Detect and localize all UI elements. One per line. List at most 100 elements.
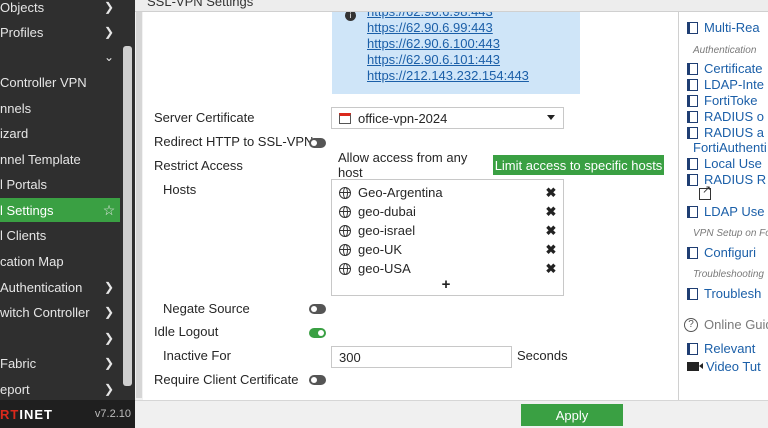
sidebar-item[interactable]: l Settings ☆ — [0, 198, 120, 222]
book-icon — [687, 21, 698, 34]
require-client-cert-toggle[interactable] — [309, 375, 326, 385]
sidebar-item[interactable]: witch Controller ❯ — [0, 300, 120, 324]
help-link-ldap-users[interactable]: LDAP Use — [687, 204, 764, 219]
book-icon — [687, 173, 698, 186]
help-link-label: Configuri — [704, 245, 757, 260]
sidebar-item-label: l Settings — [0, 202, 54, 218]
sidebar-item[interactable]: nnels — [0, 96, 120, 120]
chevron-right-icon: ❯ — [103, 382, 115, 396]
globe-icon — [339, 186, 351, 199]
server-certificate-label: Server Certificate — [154, 110, 255, 125]
globe-icon — [339, 224, 351, 237]
help-link-video[interactable]: Video Tut — [687, 359, 761, 374]
add-host-button[interactable]: + — [439, 276, 453, 293]
redirect-http-toggle[interactable] — [309, 138, 326, 148]
help-link-auth[interactable]: LDAP-Inte — [687, 77, 764, 92]
host-row: geo-israel ✖ — [339, 221, 561, 240]
help-link-troubleshoot[interactable]: Troublesh — [687, 286, 761, 301]
settings-form: i https://62.90.6.98:443https://62.90.6.… — [135, 12, 678, 400]
sidebar-item[interactable]: eport ❯ — [0, 377, 120, 401]
sidebar-item[interactable]: ❯ — [0, 326, 120, 350]
book-icon — [687, 246, 698, 259]
help-link-label: Troublesh — [704, 286, 762, 301]
remove-host-icon[interactable]: ✖ — [543, 204, 559, 220]
listen-url-box: i https://62.90.6.98:443https://62.90.6.… — [332, 12, 580, 94]
sidebar-item[interactable]: nnel Template — [0, 147, 120, 171]
chevron-right-icon: ❯ — [103, 356, 115, 370]
external-link-icon[interactable] — [699, 183, 711, 200]
host-name: geo-dubai — [358, 204, 416, 219]
sidebar-item[interactable]: l Clients — [0, 223, 120, 247]
chevron-down-icon: ⌄ — [103, 50, 115, 64]
sidebar-scrollbar-thumb[interactable] — [123, 46, 132, 386]
remove-host-icon[interactable]: ✖ — [543, 223, 559, 239]
online-guides-section[interactable]: ? Online Guid — [684, 317, 768, 332]
redirect-http-label: Redirect HTTP to SSL-VPN — [154, 134, 314, 149]
seconds-unit-label: Seconds — [517, 348, 568, 363]
help-link-label: FortiToke — [704, 93, 758, 108]
idle-logout-toggle[interactable] — [309, 328, 326, 338]
sidebar-footer: RTINET v7.2.10 — [0, 400, 135, 428]
help-link-radius-r[interactable]: RADIUS R — [687, 172, 766, 187]
chevron-right-icon: ❯ — [103, 0, 115, 14]
book-icon — [687, 205, 698, 218]
sidebar-item-label: Fabric — [0, 355, 37, 371]
sidebar-item-label: witch Controller — [0, 304, 90, 320]
hosts-label: Hosts — [163, 182, 197, 197]
book-icon — [687, 157, 698, 170]
negate-source-toggle[interactable] — [309, 304, 326, 314]
host-row: geo-USA ✖ — [339, 259, 561, 278]
help-link-auth[interactable]: Certificate — [687, 61, 763, 76]
sidebar-item[interactable]: Profiles ❯ — [0, 20, 120, 44]
idle-logout-label: Idle Logout — [154, 324, 219, 339]
form-scrollbar[interactable] — [135, 12, 143, 400]
sidebar-item[interactable]: Controller VPN — [0, 70, 120, 94]
help-link-fortiauth[interactable]: FortiAuthenti — [693, 140, 767, 155]
book-icon — [687, 126, 698, 139]
help-link-multi-realm[interactable]: Multi-Rea — [687, 20, 760, 35]
listen-url-link[interactable]: https://212.143.232.154:443 — [367, 68, 529, 83]
sidebar-item[interactable]: Fabric ❯ — [0, 351, 120, 375]
listen-url-link[interactable]: https://62.90.6.100:443 — [367, 36, 500, 51]
help-link-local-users[interactable]: Local Use — [687, 156, 762, 171]
sidebar-item[interactable]: cation Map — [0, 249, 120, 273]
help-link-auth[interactable]: RADIUS a — [687, 125, 764, 140]
help-link-auth[interactable]: RADIUS o — [687, 109, 764, 124]
help-link-auth[interactable]: FortiToke — [687, 93, 757, 108]
help-link-configuring[interactable]: Configuri — [687, 245, 756, 260]
brand-red-text: RT — [0, 406, 20, 422]
sidebar-item[interactable]: Objects ❯ — [0, 0, 120, 19]
sidebar-item[interactable]: l Portals — [0, 172, 120, 196]
globe-icon — [339, 205, 351, 218]
help-link-label: Relevant — [704, 341, 756, 356]
listen-url-link[interactable]: https://62.90.6.99:443 — [367, 20, 493, 35]
limit-specific-hosts-option[interactable]: Limit access to specific hosts — [493, 155, 664, 175]
server-certificate-select[interactable]: office-vpn-2024 — [331, 107, 564, 129]
sidebar-item[interactable]: Authentication ❯ — [0, 275, 120, 299]
form-footer: Apply — [135, 400, 768, 428]
remove-host-icon[interactable]: ✖ — [543, 242, 559, 258]
help-heading-vpn-setup: VPN Setup on Fo — [693, 228, 768, 239]
sidebar-item[interactable]: izard — [0, 121, 120, 145]
help-link-label: FortiAuthenti — [693, 140, 767, 155]
host-name: geo-UK — [358, 242, 403, 257]
remove-host-icon[interactable]: ✖ — [543, 261, 559, 277]
sidebar-item[interactable]: ⌄ — [0, 45, 120, 69]
sidebar-scrollbar[interactable] — [120, 40, 135, 390]
video-icon — [687, 362, 703, 371]
inactive-for-input[interactable]: 300 — [331, 346, 512, 368]
apply-button[interactable]: Apply — [521, 404, 623, 426]
listen-url-link[interactable]: https://62.90.6.101:443 — [367, 52, 500, 67]
sidebar-item-label: nnel Template — [0, 151, 81, 167]
brand-white-text: INET — [19, 406, 53, 422]
globe-icon — [339, 262, 351, 275]
hosts-list[interactable]: + Geo-Argentina ✖ geo-dubai ✖ geo-israel ✖ geo… — [331, 179, 564, 296]
form-scrollbar-thumb[interactable] — [136, 12, 142, 398]
listen-url-link[interactable]: https://62.90.6.98:443 — [367, 12, 493, 19]
help-link-relevant[interactable]: Relevant — [687, 341, 755, 356]
fortinet-logo: RTINET — [0, 407, 53, 422]
allow-any-host-option[interactable]: Allow access from any host — [331, 150, 492, 180]
remove-host-icon[interactable]: ✖ — [543, 185, 559, 201]
help-heading-authentication: Authentication — [693, 45, 757, 56]
favorite-star-icon[interactable]: ☆ — [102, 202, 116, 219]
